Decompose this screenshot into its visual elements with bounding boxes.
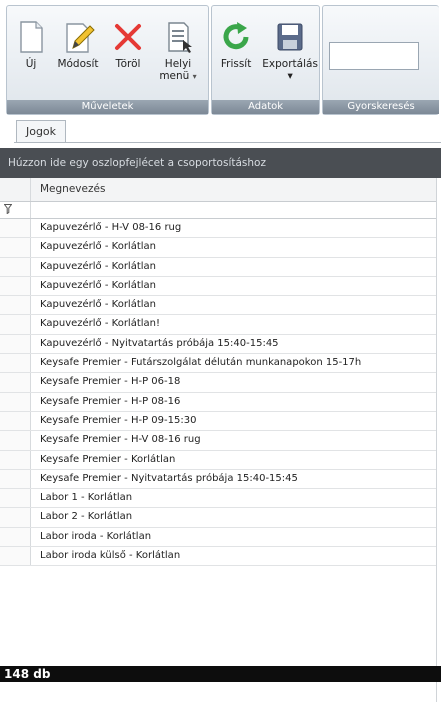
row-indicator[interactable]	[0, 315, 31, 334]
row-indicator[interactable]	[0, 238, 31, 257]
cell-megnevezes: Kapuvezérlő - Korlátlan	[40, 299, 157, 311]
table-row[interactable]: Kapuvezérlő - H-V 08-16 rug	[0, 219, 436, 239]
table-row[interactable]: Labor 1 - Korlátlan	[0, 489, 436, 509]
table-row[interactable]: Kapuvezérlő - Korlátlan!	[0, 315, 436, 335]
table-row[interactable]: Kapuvezérlő - Korlátlan	[0, 238, 436, 258]
refresh-button[interactable]: Frissít	[214, 20, 258, 70]
table-row[interactable]: Kapuvezérlő - Korlátlan	[0, 257, 436, 277]
row-indicator[interactable]	[0, 334, 31, 354]
cell-megnevezes: Labor iroda - Korlátlan	[40, 530, 152, 542]
export-button[interactable]: Exportálás ▾	[260, 20, 320, 82]
tab-jogok[interactable]: Jogok	[16, 120, 66, 142]
group-adatok: Frissít Exportálás ▾ Adatok	[211, 5, 321, 115]
table-row[interactable]: Kapuvezérlő - Korlátlan	[0, 276, 436, 297]
delete-button[interactable]: Töröl	[107, 20, 149, 70]
table-row[interactable]: Kapuvezérlő - Nyitvatartás próbája 15:40…	[0, 334, 436, 355]
edit-document-icon	[66, 23, 95, 53]
context-menu-document-icon	[168, 22, 192, 53]
cell-megnevezes: Keysafe Premier - Korlátlan	[40, 453, 176, 465]
row-indicator[interactable]	[0, 508, 31, 527]
column-header-megnevezes[interactable]: Megnevezés	[40, 178, 105, 201]
table-row[interactable]: Labor iroda - Korlátlan	[0, 527, 436, 548]
cell-megnevezes: Labor iroda külső - Korlátlan	[40, 550, 181, 562]
ribbon-toolbar: Új Módosít Töröl Helyi menü ▾ Műveletek …	[6, 5, 441, 115]
row-indicator[interactable]	[0, 392, 31, 411]
cell-megnevezes: Labor 2 - Korlátlan	[40, 511, 133, 523]
group-muveletek: Új Módosít Töröl Helyi menü ▾ Műveletek	[6, 5, 210, 115]
new-document-icon	[20, 21, 43, 53]
modify-button[interactable]: Módosít	[53, 20, 103, 70]
table-row[interactable]: Labor iroda külső - Korlátlan	[0, 547, 436, 567]
row-indicator-header	[0, 178, 31, 201]
dropdown-caret-icon: ▾	[192, 72, 197, 81]
row-indicator[interactable]	[0, 296, 31, 315]
group-by-panel[interactable]: Húzzon ide egy oszlopfejlécet a csoporto…	[0, 148, 441, 178]
row-indicator[interactable]	[0, 354, 31, 373]
refresh-icon	[223, 22, 249, 50]
delete-x-icon	[115, 24, 141, 50]
cell-megnevezes: Kapuvezérlő - Korlátlan!	[40, 318, 161, 330]
filter-row[interactable]	[0, 202, 436, 219]
table-row[interactable]: Keysafe Premier - Korlátlan	[0, 450, 436, 470]
table-row[interactable]: Keysafe Premier - Futárszolgálat délután…	[0, 354, 436, 374]
save-disk-icon	[277, 23, 303, 51]
table-row[interactable]: Labor 2 - Korlátlan	[0, 508, 436, 528]
group-label-gyorskereses: Gyorskeresés	[323, 100, 439, 114]
group-gyorskereses: Gyorskeresés	[322, 5, 439, 115]
filter-funnel-icon	[4, 204, 12, 214]
table-row[interactable]: Keysafe Premier - Nyitvatartás próbája 1…	[0, 469, 436, 490]
table-row[interactable]: Kapuvezérlő - Korlátlan	[0, 296, 436, 316]
cell-megnevezes: Keysafe Premier - H-P 06-18	[40, 376, 181, 388]
row-indicator[interactable]	[0, 219, 31, 238]
cell-megnevezes: Kapuvezérlő - Korlátlan	[40, 260, 157, 272]
new-button[interactable]: Új	[11, 20, 51, 70]
record-count-status: 148 db	[0, 666, 441, 682]
cell-megnevezes: Keysafe Premier - Nyitvatartás próbája 1…	[40, 472, 298, 484]
tab-strip: Jogok	[14, 118, 441, 143]
row-indicator[interactable]	[0, 450, 31, 469]
dropdown-caret-icon: ▾	[287, 70, 293, 82]
quick-search-input[interactable]	[329, 42, 420, 70]
cell-megnevezes: Kapuvezérlő - H-V 08-16 rug	[40, 222, 182, 233]
table-row[interactable]: Keysafe Premier - H-P 06-18	[0, 373, 436, 393]
row-indicator[interactable]	[0, 276, 31, 296]
cell-megnevezes: Kapuvezérlő - Korlátlan	[40, 279, 157, 291]
row-indicator[interactable]	[0, 411, 31, 431]
cell-megnevezes: Labor 1 - Korlátlan	[40, 492, 133, 504]
data-grid: Megnevezés Kapuvezérlő - H-V 08-16 rug Ka…	[0, 178, 437, 702]
cell-megnevezes: Keysafe Premier - H-P 09-15:30	[40, 414, 197, 426]
row-indicator[interactable]	[0, 257, 31, 276]
row-indicator[interactable]	[0, 489, 31, 508]
cell-megnevezes: Keysafe Premier - H-V 08-16 rug	[40, 434, 201, 446]
grid-header: Megnevezés	[0, 178, 436, 202]
row-indicator[interactable]	[0, 431, 31, 450]
group-label-adatok: Adatok	[212, 100, 320, 114]
grid-rows: Kapuvezérlő - H-V 08-16 rug Kapuvezérlő -…	[0, 219, 436, 567]
row-indicator[interactable]	[0, 547, 31, 566]
context-menu-button[interactable]: Helyi menü ▾	[153, 20, 203, 83]
table-row[interactable]: Keysafe Premier - H-V 08-16 rug	[0, 431, 436, 451]
filter-indicator	[0, 202, 31, 218]
cell-megnevezes: Kapuvezérlő - Korlátlan	[40, 241, 157, 253]
table-row[interactable]: Keysafe Premier - H-P 08-16	[0, 392, 436, 412]
cell-megnevezes: Keysafe Premier - H-P 08-16	[40, 395, 181, 407]
row-indicator[interactable]	[0, 527, 31, 547]
table-row[interactable]: Keysafe Premier - H-P 09-15:30	[0, 411, 436, 432]
group-label-muveletek: Műveletek	[7, 100, 209, 114]
cell-megnevezes: Keysafe Premier - Futárszolgálat délután…	[40, 357, 362, 369]
row-indicator[interactable]	[0, 373, 31, 392]
row-indicator[interactable]	[0, 469, 31, 489]
cell-megnevezes: Kapuvezérlő - Nyitvatartás próbája 15:40…	[40, 337, 279, 349]
